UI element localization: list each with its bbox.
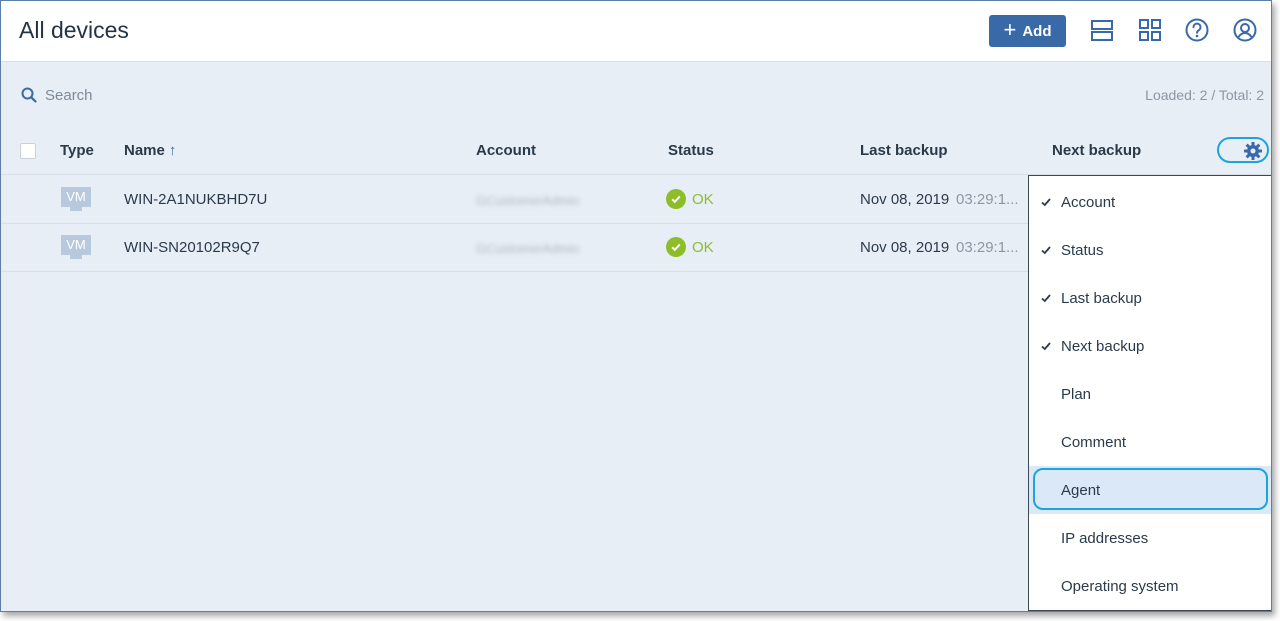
vm-icon: VM bbox=[61, 187, 91, 211]
menu-item-label: Next backup bbox=[1061, 338, 1145, 355]
menu-item-label: Last backup bbox=[1061, 290, 1142, 307]
sort-ascending-icon: ↑ bbox=[168, 142, 177, 159]
menu-item-label: Comment bbox=[1061, 434, 1127, 451]
status-label: OK bbox=[692, 190, 714, 208]
menu-item-next-backup[interactable]: Next backup bbox=[1029, 322, 1271, 370]
menu-item-last-backup[interactable]: Last backup bbox=[1029, 274, 1271, 322]
menu-item-operating-system[interactable]: Operating system bbox=[1029, 562, 1271, 610]
column-header-name[interactable]: Name ↑ bbox=[124, 142, 176, 159]
column-header-last-backup[interactable]: Last backup bbox=[860, 142, 948, 159]
help-icon[interactable] bbox=[1184, 17, 1212, 45]
last-backup-time: 03:29:1... bbox=[956, 239, 1019, 256]
menu-item-plan[interactable]: Plan bbox=[1029, 370, 1271, 418]
menu-item-label: Operating system bbox=[1061, 578, 1179, 595]
list-view-icon[interactable] bbox=[1089, 17, 1117, 45]
table-header: Type Name ↑ Account Status Last backup Ne… bbox=[1, 129, 1271, 175]
menu-item-label: IP addresses bbox=[1061, 530, 1149, 547]
last-backup-time: 03:29:1... bbox=[956, 191, 1019, 208]
menu-item-comment[interactable]: Comment bbox=[1029, 418, 1271, 466]
device-name[interactable]: WIN-SN20102R9Q7 bbox=[124, 239, 260, 256]
device-name[interactable]: WIN-2A1NUKBHD7U bbox=[124, 191, 267, 208]
column-chooser-menu: Account Status Last backup Next backup P… bbox=[1028, 175, 1271, 611]
loaded-count: Loaded: 2 / Total: 2 bbox=[1145, 87, 1264, 103]
check-circle-icon bbox=[666, 189, 686, 209]
plus-icon: + bbox=[1003, 17, 1017, 42]
account-name: GCustomerAdmin bbox=[476, 241, 580, 256]
column-header-status[interactable]: Status bbox=[668, 142, 714, 159]
menu-item-label: Account bbox=[1061, 194, 1116, 211]
status-cell: OK bbox=[666, 237, 714, 257]
app-window: All devices + Add Search Loaded: 2 / Tot… bbox=[0, 0, 1272, 612]
last-backup-date: Nov 08, 2019 bbox=[860, 239, 950, 256]
page-title: All devices bbox=[19, 17, 129, 43]
grid-view-icon[interactable] bbox=[1137, 17, 1165, 45]
menu-item-status[interactable]: Status bbox=[1029, 226, 1271, 274]
search-icon bbox=[21, 87, 37, 108]
menu-item-label: Status bbox=[1061, 242, 1104, 259]
status-label: OK bbox=[692, 238, 714, 256]
menu-item-ip-addresses[interactable]: IP addresses bbox=[1029, 514, 1271, 562]
add-button-label: Add bbox=[1022, 22, 1052, 40]
menu-item-agent[interactable]: Agent bbox=[1029, 466, 1271, 514]
check-circle-icon bbox=[666, 237, 686, 257]
add-button[interactable]: + Add bbox=[989, 15, 1066, 47]
last-backup-date: Nov 08, 2019 bbox=[860, 191, 950, 208]
column-settings-button[interactable] bbox=[1217, 137, 1269, 163]
account-icon[interactable] bbox=[1232, 17, 1260, 45]
checkmark-icon bbox=[1041, 342, 1051, 351]
status-cell: OK bbox=[666, 189, 714, 209]
checkmark-icon bbox=[1041, 198, 1051, 207]
select-all-checkbox[interactable] bbox=[20, 143, 36, 159]
checkmark-icon bbox=[1041, 246, 1051, 255]
vm-icon: VM bbox=[61, 235, 91, 259]
menu-item-account[interactable]: Account bbox=[1029, 178, 1271, 226]
menu-item-label: Plan bbox=[1061, 386, 1092, 403]
page-header: All devices + Add bbox=[1, 1, 1271, 62]
column-header-type[interactable]: Type bbox=[60, 142, 94, 159]
column-header-next-backup[interactable]: Next backup bbox=[1052, 142, 1141, 159]
menu-item-label: Agent bbox=[1061, 482, 1101, 499]
gear-icon bbox=[1244, 142, 1262, 160]
checkmark-icon bbox=[1041, 294, 1051, 303]
account-name: GCustomerAdmin bbox=[476, 193, 580, 208]
column-header-account[interactable]: Account bbox=[476, 142, 536, 159]
column-header-name-label: Name bbox=[124, 142, 165, 159]
search-input[interactable] bbox=[45, 85, 345, 105]
